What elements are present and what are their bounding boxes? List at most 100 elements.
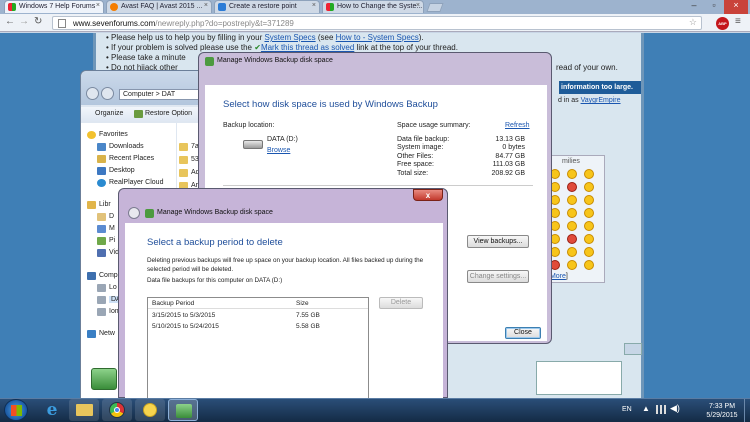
scrollbar[interactable] <box>624 343 642 355</box>
internet-explorer-icon[interactable]: e <box>37 399 67 421</box>
recent-places-icon <box>97 155 106 163</box>
volume-icon[interactable]: ◀) <box>670 403 680 414</box>
backup-period-table: Backup Period Size 3/15/2015 to 5/3/2015… <box>147 297 369 399</box>
smiley-icon[interactable] <box>584 260 594 270</box>
smiley-icon[interactable] <box>584 182 594 192</box>
smiley-icon[interactable] <box>567 221 577 231</box>
adblock-icon[interactable]: ABP <box>716 17 729 30</box>
reply-box[interactable] <box>536 361 622 395</box>
smiley-icon[interactable] <box>584 221 594 231</box>
tray-expand-icon[interactable]: ▲ <box>642 404 650 413</box>
backup-restore-icon[interactable] <box>135 399 165 421</box>
clock-time: 7:33 PM <box>708 403 736 410</box>
nav-network[interactable]: Netw <box>87 330 115 338</box>
libraries-icon <box>87 201 96 209</box>
nav-music[interactable]: M <box>97 225 115 233</box>
smiley-icon[interactable] <box>567 234 577 244</box>
explorer-command-bar: Organize Restore Option <box>81 107 216 121</box>
smiley-icon[interactable] <box>567 260 577 270</box>
smiley-icon[interactable] <box>567 182 577 192</box>
close-tab-icon[interactable]: × <box>312 2 316 9</box>
smiley-icon[interactable] <box>584 195 594 205</box>
organize-menu[interactable]: Organize <box>95 110 123 117</box>
backup-location-label: Backup location: <box>223 122 275 129</box>
close-tab-icon[interactable]: × <box>204 2 208 9</box>
reload-icon[interactable]: ↻ <box>34 16 42 27</box>
browser-toolbar: ← → ↻ www.sevenforums.com/newreply.php?d… <box>0 14 750 32</box>
forward-arrow-icon[interactable]: → <box>19 16 29 27</box>
nav-libraries[interactable]: Libr <box>87 201 111 209</box>
back-button-icon[interactable] <box>86 87 99 100</box>
table-header: Backup Period Size <box>148 298 368 309</box>
address-bar[interactable]: www.sevenforums.com/newreply.php?do=post… <box>52 16 702 30</box>
avast-icon <box>110 3 118 11</box>
tip-line: • Please help us to help you by filling … <box>106 33 424 42</box>
forward-button-icon[interactable] <box>101 87 114 100</box>
restore-options-menu[interactable]: Restore Option <box>145 110 192 117</box>
user-link[interactable]: VaygrEmpire <box>581 97 621 104</box>
nav-pictures[interactable]: Pi <box>97 237 115 245</box>
smiley-icon[interactable] <box>584 208 594 218</box>
file-explorer-icon[interactable] <box>69 399 99 421</box>
info-banner: information too large. <box>559 81 641 94</box>
nav-desktop[interactable]: Desktop <box>97 167 135 175</box>
backup-app-icon[interactable] <box>168 399 198 421</box>
computer-icon <box>87 272 96 280</box>
minimize-icon[interactable]: – <box>684 0 704 14</box>
smiley-icon[interactable] <box>567 208 577 218</box>
nav-recent-places[interactable]: Recent Places <box>97 155 154 163</box>
star-icon[interactable]: ☆ <box>689 17 697 28</box>
restore-options-icon <box>134 110 143 118</box>
refresh-link[interactable]: Refresh <box>505 122 530 129</box>
table-row[interactable]: 3/15/2015 to 5/3/2015 7.55 GB <box>148 311 368 321</box>
nav-favorites[interactable]: Favorites <box>87 131 128 139</box>
new-tab-button[interactable] <box>426 3 444 12</box>
start-button[interactable] <box>4 399 28 421</box>
browse-link[interactable]: Browse <box>267 147 290 154</box>
close-window-button[interactable]: × <box>724 0 748 14</box>
view-backups-button[interactable]: View backups... <box>467 235 529 248</box>
select-period-dialog: Manage Windows Backup disk space x Selec… <box>118 188 448 399</box>
nav-computer[interactable]: Comp <box>87 272 118 280</box>
dialog-body: Select a backup period to delete Deletin… <box>125 223 443 399</box>
system-specs-howto-link[interactable]: How to - System Specs <box>336 33 419 42</box>
nav-realplayer[interactable]: RealPlayer Cloud <box>97 179 163 187</box>
maximize-icon[interactable]: ▫ <box>704 0 724 14</box>
smiley-icon[interactable] <box>584 169 594 179</box>
videos-icon <box>97 249 106 257</box>
column-header-size[interactable]: Size <box>296 300 309 307</box>
network-icon[interactable] <box>656 405 666 414</box>
close-tab-icon[interactable]: × <box>416 2 420 9</box>
clock[interactable]: 7:33 PM 5/29/2015 <box>702 402 742 420</box>
clock-date: 5/29/2015 <box>706 412 738 419</box>
smiley-icon[interactable] <box>567 247 577 257</box>
back-arrow-icon[interactable]: ← <box>5 16 15 27</box>
mark-solved-link[interactable]: Mark this thread as solved <box>261 43 354 52</box>
close-button[interactable]: Close <box>505 327 541 339</box>
tab-change-system[interactable]: How to Change the Syste... × <box>322 0 424 13</box>
nav-downloads[interactable]: Downloads <box>97 143 144 151</box>
dialog-close-button[interactable]: x <box>413 189 443 201</box>
nav-documents[interactable]: D <box>97 213 114 221</box>
system-specs-link[interactable]: System Specs <box>264 33 315 42</box>
nav-local-disk[interactable]: Lo <box>97 284 117 292</box>
tab-windows7-forums[interactable]: Windows 7 Help Forums × <box>4 0 104 13</box>
summary-row: Free space: 111.03 GB <box>397 161 525 169</box>
show-desktop-button[interactable] <box>744 399 750 422</box>
smiley-icon[interactable] <box>584 247 594 257</box>
music-icon <box>97 225 106 233</box>
smiley-icon[interactable] <box>584 234 594 244</box>
column-header-period[interactable]: Backup Period <box>152 300 194 307</box>
tab-avast-faq[interactable]: Avast FAQ | Avast 2015 ... × <box>106 0 212 13</box>
smiley-icon[interactable] <box>567 195 577 205</box>
smiley-icon[interactable] <box>567 169 577 179</box>
delete-button[interactable]: Delete <box>379 297 423 309</box>
back-button-icon[interactable] <box>128 207 140 219</box>
menu-icon[interactable]: ≡ <box>735 16 741 27</box>
language-indicator[interactable]: EN <box>622 406 632 413</box>
table-row[interactable]: 5/10/2015 to 5/24/2015 5.58 GB <box>148 322 368 332</box>
close-tab-icon[interactable]: × <box>96 2 100 9</box>
chrome-icon[interactable] <box>102 399 132 421</box>
tab-restore-point[interactable]: Create a restore point × <box>214 0 320 13</box>
change-settings-button[interactable]: Change settings... <box>467 270 529 283</box>
